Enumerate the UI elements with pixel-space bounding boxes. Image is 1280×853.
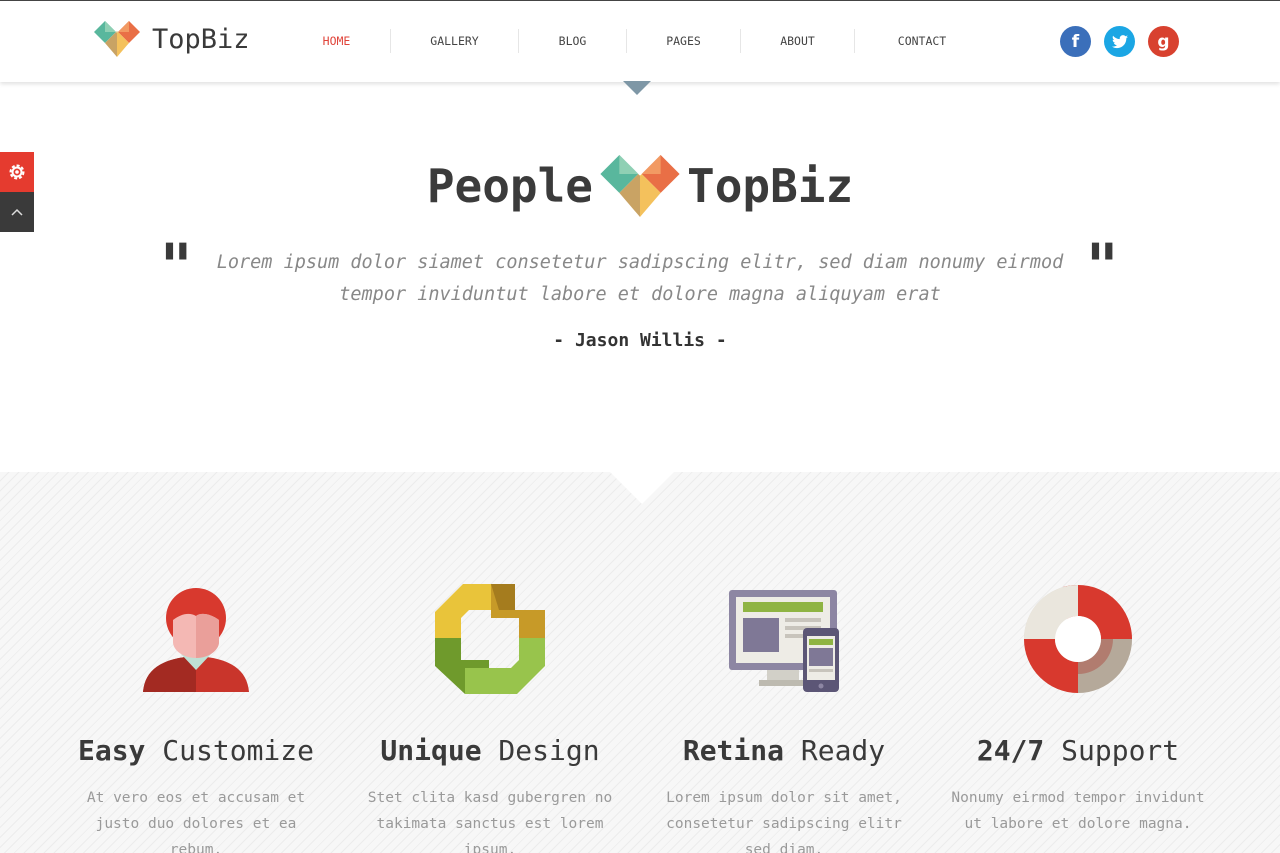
hero-word-right: TopBiz [687,159,854,213]
refresh-arrows-icon [435,584,545,694]
active-nav-pointer [623,81,651,95]
nav-about[interactable]: ABOUT [741,29,855,53]
hero-title: People TopBiz [0,155,1280,217]
main-nav: HOME GALLERY BLOG PAGES ABOUT CONTACT [283,29,989,53]
heart-logo-icon [94,21,140,57]
feature-title: 24/7 Support [976,734,1180,767]
hero-word-left: People [426,159,593,213]
testimonial-quote: Lorem ipsum dolor siamet consetetur sadi… [216,252,1064,305]
feature-description: Lorem ipsum dolor sit amet, consetetur s… [666,790,902,853]
features-section: Easy Customize At vero eos et accusam et… [0,472,1280,853]
nav-home[interactable]: HOME [283,29,391,53]
brand-name: TopBiz [152,23,250,55]
feature-title: Unique Design [380,734,600,767]
quote-close-mark: " [1086,230,1119,303]
feature-description: At vero eos et accusam et justo duo dolo… [86,790,306,853]
facebook-button[interactable]: f [1060,26,1091,57]
nav-pages[interactable]: PAGES [627,29,741,53]
twitter-icon [1111,34,1128,48]
lifebuoy-icon [1024,584,1132,693]
feature-description: Stet clita kasd gubergren no takimata sa… [367,790,613,853]
quote-open-mark: " [160,230,193,303]
site-header: TopBiz HOME GALLERY BLOG PAGES ABOUT CON… [0,0,1280,82]
logo[interactable]: TopBiz [94,21,250,57]
devices-icon [729,590,839,692]
feature-description: Nonumy eirmod tempor invidunt ut labore … [951,790,1205,832]
twitter-button[interactable] [1104,26,1135,57]
google-plus-icon: g [1157,31,1170,52]
nav-contact[interactable]: CONTACT [855,29,989,53]
google-plus-button[interactable]: g [1148,26,1179,57]
feature-title: Retina Ready [682,734,886,767]
section-notch [610,472,674,504]
facebook-icon: f [1071,31,1080,52]
heart-logo-icon [600,155,680,217]
user-icon [143,588,249,692]
testimonial-author: - Jason Willis - [553,330,727,351]
nav-gallery[interactable]: GALLERY [391,29,519,53]
nav-blog[interactable]: BLOG [519,29,627,53]
feature-title: Easy Customize [77,734,314,767]
